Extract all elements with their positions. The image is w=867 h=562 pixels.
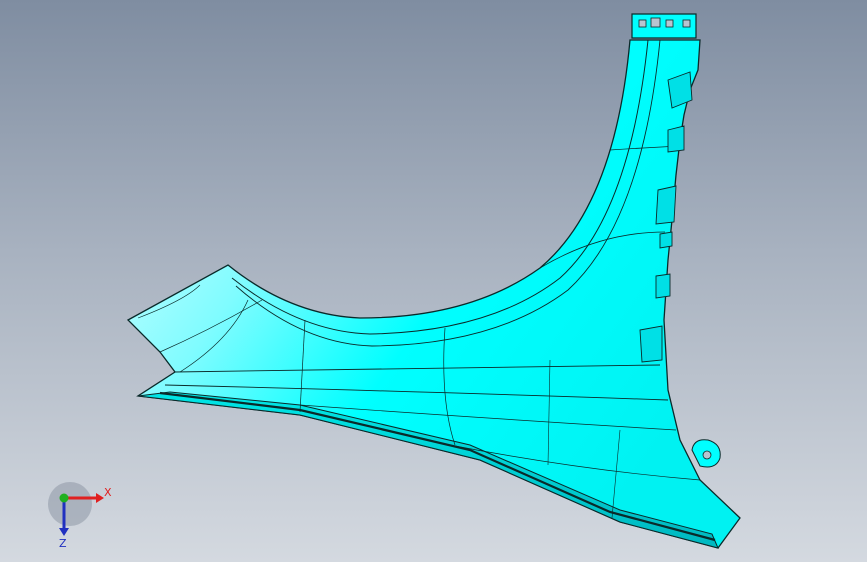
bracket-hole	[665, 19, 674, 28]
mount-tab	[655, 273, 671, 299]
fender-body[interactable]	[126, 39, 741, 549]
x-axis-arrow	[96, 493, 104, 503]
x-axis-label: X	[104, 486, 112, 499]
mount-tab	[667, 125, 685, 153]
mount-tab	[655, 185, 677, 225]
lower-bracket-hole	[702, 450, 712, 460]
mount-tab	[639, 325, 663, 363]
bracket-hole	[682, 19, 691, 28]
z-axis-label: Z	[59, 537, 67, 548]
triad-shadow	[48, 482, 92, 526]
coordinate-triad: X Z	[48, 482, 112, 548]
bracket-hole	[650, 17, 661, 28]
mount-tab	[659, 231, 673, 249]
z-axis-arrow	[59, 528, 69, 536]
fender-model[interactable]	[0, 0, 867, 562]
y-axis-dot	[59, 493, 69, 503]
graphics-viewport[interactable]: X Z	[0, 0, 867, 562]
bracket-hole	[638, 19, 647, 28]
